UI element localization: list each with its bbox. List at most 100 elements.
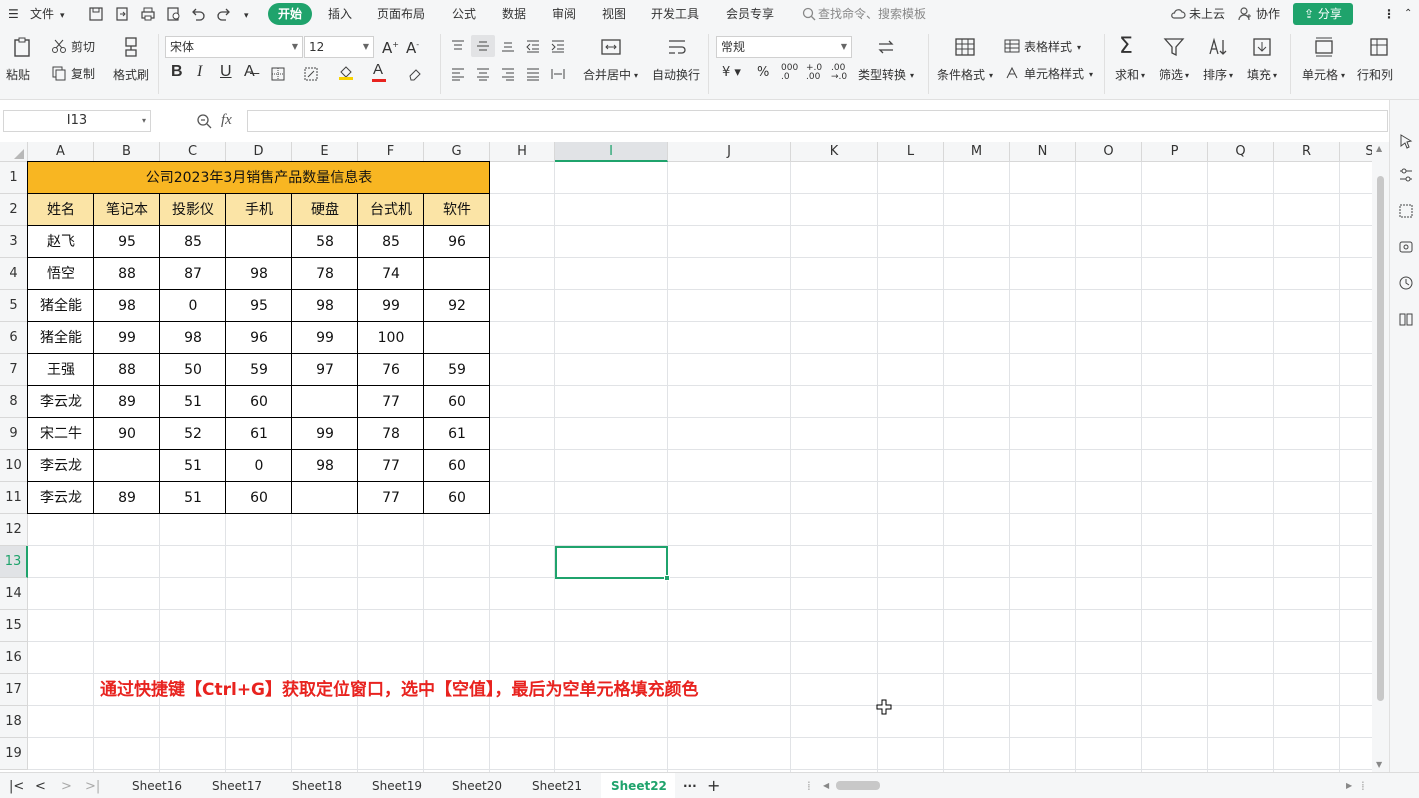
row-header-5[interactable]: 5	[0, 290, 28, 322]
clear-format-icon[interactable]	[407, 66, 423, 82]
table-data-cell[interactable]: 98	[160, 322, 226, 354]
percent-icon[interactable]: %	[757, 66, 769, 80]
chevron-down-icon[interactable]: ▾	[989, 69, 993, 83]
table-header-cell[interactable]: 投影仪	[160, 194, 226, 226]
table-data-cell[interactable]: 李云龙	[28, 386, 94, 418]
table-data-cell[interactable]: 王强	[28, 354, 94, 386]
filter-icon[interactable]	[1163, 36, 1185, 58]
wrap-text-button[interactable]: 自动换行	[652, 68, 700, 82]
cut-button[interactable]: 剪切	[71, 40, 95, 54]
table-data-cell[interactable]	[226, 226, 292, 258]
table-data-cell[interactable]: 52	[160, 418, 226, 450]
align-bottom-icon[interactable]	[500, 38, 516, 54]
settings-sliders-icon[interactable]	[1398, 167, 1414, 183]
row-header-12[interactable]: 12	[0, 514, 28, 546]
tab-view[interactable]: 视图	[602, 6, 626, 22]
table-data-cell[interactable]: 92	[424, 290, 490, 322]
sort-button[interactable]: 排序	[1203, 68, 1227, 82]
first-sheet-icon[interactable]: |<	[9, 779, 24, 794]
column-header-A[interactable]: A	[28, 142, 94, 162]
row-header-9[interactable]: 9	[0, 418, 28, 450]
sheet-tab-sheet16[interactable]: Sheet16	[132, 779, 182, 793]
share-button[interactable]: ⇪ 分享	[1293, 3, 1353, 25]
decrease-indent-icon[interactable]	[525, 38, 541, 54]
paste-icon[interactable]	[11, 36, 33, 58]
column-header-Q[interactable]: Q	[1208, 142, 1274, 162]
tab-review[interactable]: 审阅	[552, 6, 576, 22]
cell-button[interactable]: 单元格	[1302, 68, 1338, 82]
print-icon[interactable]	[140, 6, 156, 22]
table-data-cell[interactable]	[292, 386, 358, 418]
table-data-cell[interactable]: 88	[94, 354, 160, 386]
zoom-formula-icon[interactable]	[196, 113, 212, 129]
table-header-cell[interactable]: 笔记本	[94, 194, 160, 226]
selected-cell-I13[interactable]	[555, 546, 668, 579]
table-data-cell[interactable]: 51	[160, 482, 226, 514]
table-data-cell[interactable]: 61	[226, 418, 292, 450]
fill-color-icon[interactable]	[338, 64, 354, 80]
chevron-down-icon[interactable]: ▾	[60, 8, 65, 24]
table-data-cell[interactable]: 赵飞	[28, 226, 94, 258]
table-data-cell[interactable]: 58	[292, 226, 358, 258]
name-box[interactable]: I13 ▾	[3, 110, 151, 132]
table-data-cell[interactable]	[94, 450, 160, 482]
increase-font-icon[interactable]: A+	[382, 38, 399, 56]
distributed-align-icon[interactable]	[550, 66, 566, 82]
table-data-cell[interactable]: 98	[292, 290, 358, 322]
table-data-cell[interactable]: 59	[226, 354, 292, 386]
table-data-cell[interactable]: 51	[160, 450, 226, 482]
save-icon[interactable]	[88, 6, 104, 22]
table-data-cell[interactable]: 猪全能	[28, 322, 94, 354]
table-data-cell[interactable]: 85	[160, 226, 226, 258]
table-data-cell[interactable]: 97	[292, 354, 358, 386]
undo-icon[interactable]	[190, 6, 206, 22]
table-data-cell[interactable]: 60	[424, 386, 490, 418]
column-header-H[interactable]: H	[490, 142, 555, 162]
table-data-cell[interactable]: 悟空	[28, 258, 94, 290]
format-painter-button[interactable]: 格式刷	[113, 68, 149, 82]
redo-icon[interactable]	[216, 6, 232, 22]
format-painter-icon[interactable]	[120, 36, 142, 58]
row-header-8[interactable]: 8	[0, 386, 28, 418]
border-icon[interactable]	[270, 66, 286, 82]
table-header-cell[interactable]: 硬盘	[292, 194, 358, 226]
font-name-select[interactable]: 宋体 ▼	[165, 36, 303, 58]
row-header-16[interactable]: 16	[0, 642, 28, 674]
table-data-cell[interactable]: 78	[358, 418, 424, 450]
table-header-cell[interactable]: 姓名	[28, 194, 94, 226]
add-sheet-icon[interactable]: +	[707, 776, 720, 795]
table-data-cell[interactable]: 96	[226, 322, 292, 354]
wrap-text-icon[interactable]	[666, 36, 688, 58]
table-data-cell[interactable]: 60	[226, 482, 292, 514]
table-data-cell[interactable]: 98	[292, 450, 358, 482]
table-data-cell[interactable]: 50	[160, 354, 226, 386]
row-header-2[interactable]: 2	[0, 194, 28, 226]
row-header-14[interactable]: 14	[0, 578, 28, 610]
fill-button[interactable]: 填充	[1247, 68, 1271, 82]
tab-home[interactable]: 开始	[268, 3, 312, 25]
sheet-tab-sheet18[interactable]: Sheet18	[292, 779, 342, 793]
font-size-select[interactable]: 12 ▼	[304, 36, 374, 58]
scroll-right-icon[interactable]: ▶	[1346, 781, 1352, 790]
table-data-cell[interactable]: 60	[424, 450, 490, 482]
table-data-cell[interactable]: 77	[358, 482, 424, 514]
sheet-tab-sheet17[interactable]: Sheet17	[212, 779, 262, 793]
fill-handle[interactable]	[664, 575, 670, 581]
prev-sheet-icon[interactable]: <	[35, 779, 46, 794]
horizontal-scroll-thumb[interactable]	[836, 781, 880, 790]
column-header-C[interactable]: C	[160, 142, 226, 162]
column-header-S[interactable]: S	[1340, 142, 1372, 162]
paste-button[interactable]: 粘贴	[6, 68, 30, 82]
table-header-cell[interactable]: 手机	[226, 194, 292, 226]
cell-style-button[interactable]: 单元格样式	[1024, 67, 1084, 81]
align-right-icon[interactable]	[500, 66, 516, 82]
italic-icon[interactable]: I	[197, 64, 202, 80]
column-header-L[interactable]: L	[878, 142, 944, 162]
sheet-tab-sheet21[interactable]: Sheet21	[532, 779, 582, 793]
strikethrough-icon[interactable]: A̶	[244, 64, 255, 80]
row-header-15[interactable]: 15	[0, 610, 28, 642]
table-data-cell[interactable]: 98	[94, 290, 160, 322]
type-convert-button[interactable]: 类型转换	[858, 68, 906, 82]
table-data-cell[interactable]: 76	[358, 354, 424, 386]
column-header-G[interactable]: G	[424, 142, 490, 162]
